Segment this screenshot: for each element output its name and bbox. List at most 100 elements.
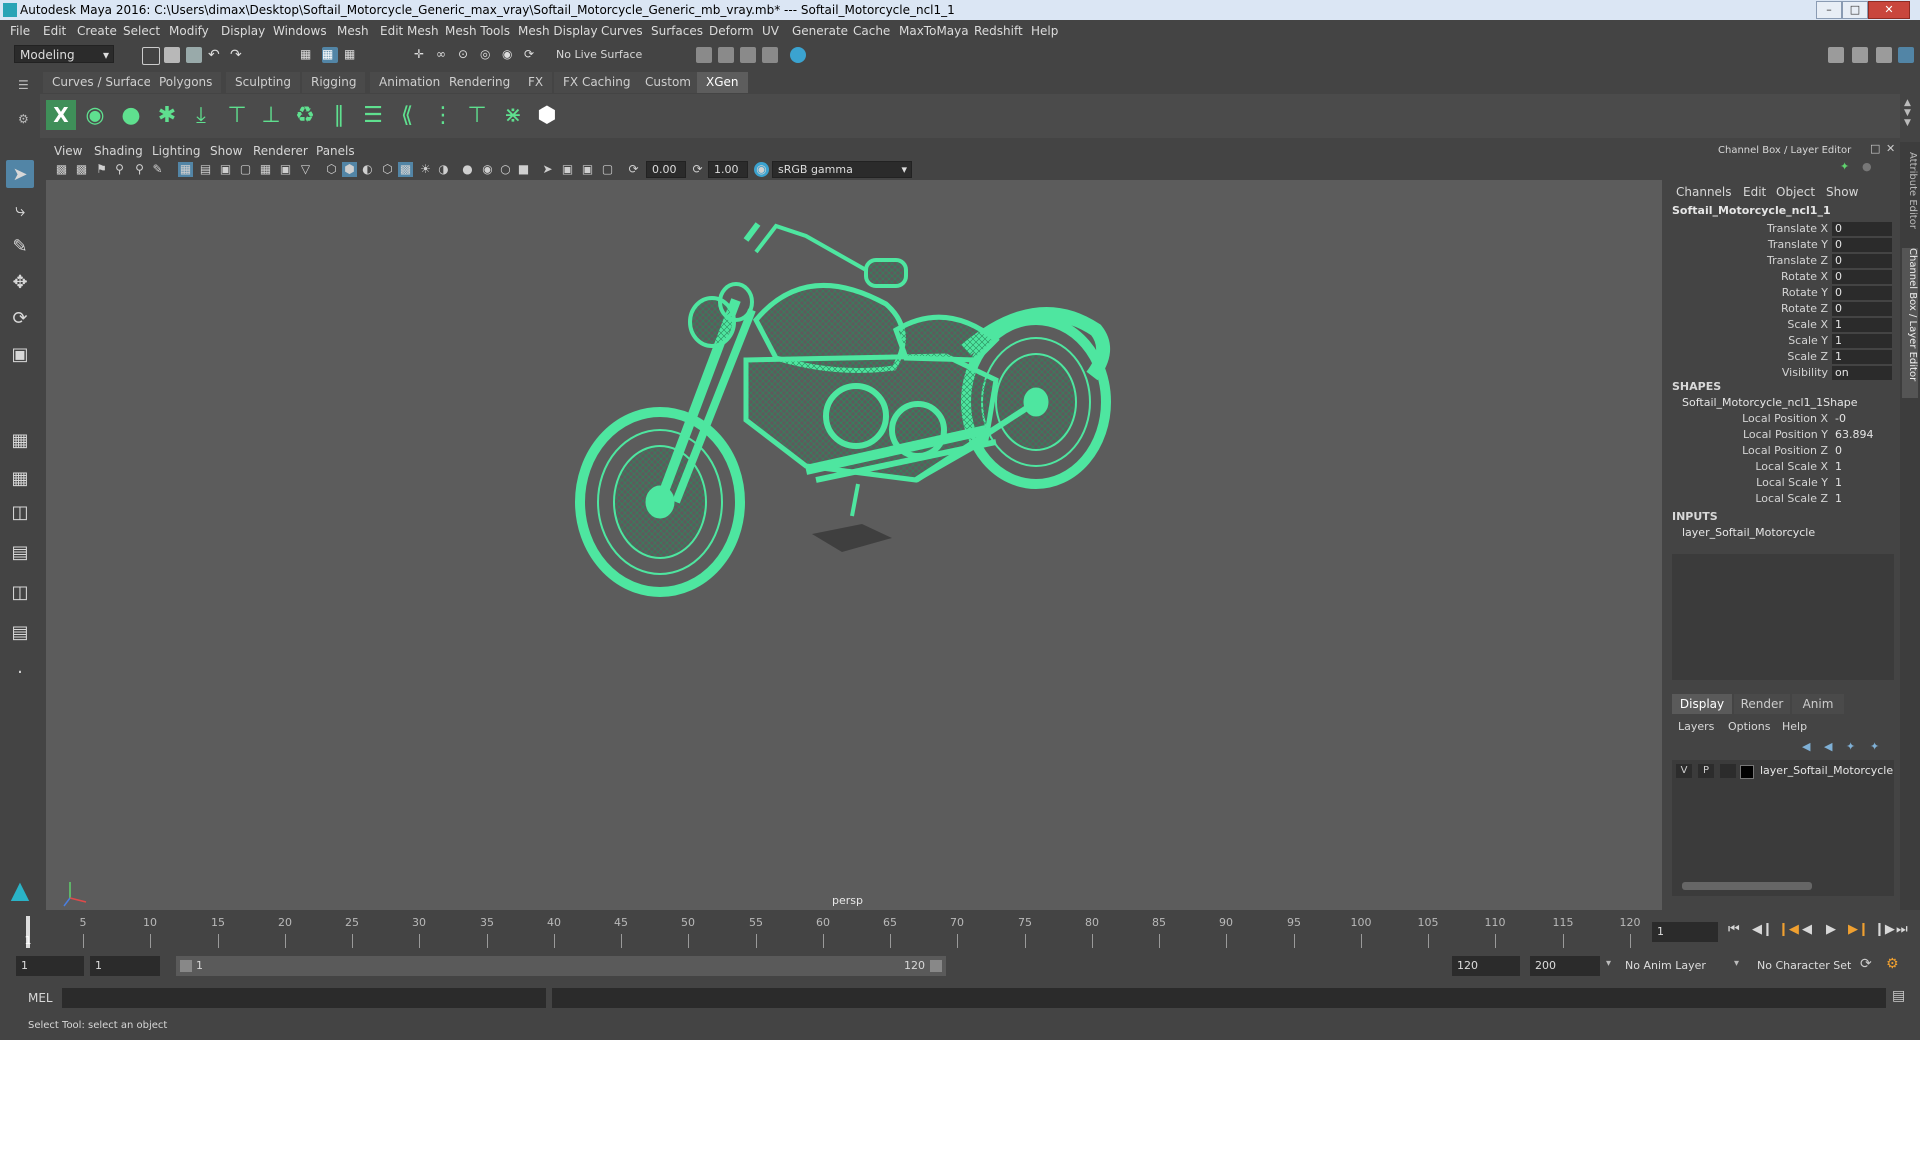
xgen-cut-icon[interactable]: ⊤ xyxy=(462,100,492,130)
grid-icon[interactable]: ▦ xyxy=(178,162,193,177)
anim-layer-selector[interactable]: No Anim Layer xyxy=(1620,956,1740,976)
menu-edit[interactable]: Edit xyxy=(43,24,66,38)
new-scene-icon[interactable] xyxy=(142,47,160,65)
menu-help[interactable]: Help xyxy=(1031,24,1058,38)
textured-icon[interactable]: ▩ xyxy=(398,162,413,177)
maximize-button[interactable]: □ xyxy=(1842,1,1868,19)
xgen-place-guides-icon[interactable]: ✱ xyxy=(152,100,182,130)
snap-view-icon[interactable]: ◎ xyxy=(480,47,496,63)
lasso-tool-icon[interactable]: ⤷ xyxy=(6,196,34,224)
snap-live-icon[interactable]: ⟳ xyxy=(524,47,540,63)
playback-end-field[interactable]: 120 xyxy=(1452,956,1520,976)
safe-action-icon[interactable]: ▣ xyxy=(278,162,293,177)
script-editor-icon[interactable]: ▤ xyxy=(1892,988,1905,1004)
outliner-toggle-icon[interactable] xyxy=(1876,47,1892,63)
snap-point-icon[interactable]: ⊙ xyxy=(458,47,474,63)
xgen-layers-icon[interactable]: ☰ xyxy=(358,100,388,130)
tab-sculpting[interactable]: Sculpting xyxy=(226,72,301,93)
viewport-menu-view[interactable]: View xyxy=(54,144,82,158)
menu-cache[interactable]: Cache xyxy=(853,24,890,38)
float-panel-icon[interactable]: □ xyxy=(1870,142,1880,155)
options-menu[interactable]: Options xyxy=(1728,720,1770,733)
shape-local-position-x-value[interactable]: -0 xyxy=(1832,412,1892,426)
safe-title-icon[interactable]: ▽ xyxy=(298,162,313,177)
menu-uv[interactable]: UV xyxy=(762,24,779,38)
viewport-menu-show[interactable]: Show xyxy=(210,144,242,158)
close-panel-icon[interactable]: ✕ xyxy=(1886,142,1895,155)
xgen-groom-icon[interactable]: ∥ xyxy=(324,100,354,130)
snap-grid-icon[interactable]: ✛ xyxy=(414,47,430,63)
object-name[interactable]: Softail_Motorcycle_ncl1_1 xyxy=(1672,204,1831,217)
tab-xgen[interactable]: XGen xyxy=(697,72,748,93)
two-pane-layout-icon[interactable]: ◫ xyxy=(6,498,34,526)
tab-rendering[interactable]: Rendering xyxy=(440,72,520,93)
tab-custom[interactable]: Custom xyxy=(636,72,700,93)
xgen-comb-icon[interactable]: ⟪ xyxy=(392,100,422,130)
tab-display[interactable]: Display xyxy=(1672,694,1732,714)
menu-maxtomaya[interactable]: MaxToMaya xyxy=(899,24,969,38)
menu-curves[interactable]: Curves xyxy=(601,24,643,38)
tab-curves-surfaces[interactable]: Curves / Surfaces xyxy=(43,72,167,93)
more-layouts-icon[interactable]: · xyxy=(6,658,34,686)
wireframe-on-shaded-icon[interactable]: ⬡ xyxy=(380,162,395,177)
image-plane-icon[interactable]: ⚲ xyxy=(112,162,127,177)
tab-channel-box-layer-editor[interactable]: Channel Box / Layer Editor xyxy=(1902,248,1918,398)
camera-attributes-icon[interactable]: ▩ xyxy=(74,162,89,177)
xray-icon[interactable]: ▣ xyxy=(560,162,575,177)
help-menu[interactable]: Help xyxy=(1782,720,1807,733)
gate-mask-icon[interactable]: ▢ xyxy=(238,162,253,177)
step-forward-key-icon[interactable]: ▶❙ xyxy=(1848,922,1869,937)
gear-icon[interactable]: ⚙ xyxy=(18,112,32,126)
shelf-scroll-icon[interactable]: ▲ ▼ ▼ xyxy=(1904,98,1914,128)
xray-joints-icon[interactable]: ▣ xyxy=(580,162,595,177)
menu-edit-mesh[interactable]: Edit Mesh xyxy=(380,24,439,38)
paint-select-tool-icon[interactable]: ✎ xyxy=(6,232,34,260)
camera-select-icon[interactable]: ▩ xyxy=(54,162,69,177)
save-scene-icon[interactable] xyxy=(186,47,202,63)
range-end-handle[interactable] xyxy=(930,960,942,972)
menu-file[interactable]: File xyxy=(10,24,30,38)
layer-display-type-toggle[interactable] xyxy=(1720,764,1736,778)
snap-curve-icon[interactable]: ∞ xyxy=(436,47,452,63)
edit-menu[interactable]: Edit xyxy=(1743,185,1766,199)
smooth-shade-icon[interactable]: ⬢ xyxy=(342,162,357,177)
channel-rotate-y-value[interactable]: 0 xyxy=(1832,286,1892,300)
layers-menu[interactable]: Layers xyxy=(1678,720,1714,733)
play-forwards-icon[interactable]: ▶ xyxy=(1826,922,1836,937)
channel-box-toggle-icon[interactable] xyxy=(1898,47,1914,63)
tab-anim[interactable]: Anim xyxy=(1792,694,1844,714)
layer-list-scrollbar[interactable] xyxy=(1682,882,1812,890)
camera-2d-pan-icon[interactable]: ⚲ xyxy=(132,162,147,177)
range-start-handle[interactable] xyxy=(180,960,192,972)
film-gate-icon[interactable]: ▤ xyxy=(198,162,213,177)
viewport-menu-panels[interactable]: Panels xyxy=(316,144,355,158)
shadows-icon[interactable]: ◑ xyxy=(436,162,451,177)
step-forward-frame-icon[interactable]: ❙▶ xyxy=(1874,922,1895,937)
time-ruler[interactable]: 1 5 10 15 20 25 30 35 40 45 50 55 60 65 … xyxy=(25,916,1650,948)
start-time-field[interactable]: 1 xyxy=(16,956,84,976)
new-layer-selected-icon[interactable]: ✦ xyxy=(1870,740,1879,753)
four-pane-layout-icon[interactable]: ▦ xyxy=(6,464,34,492)
menu-mesh-tools[interactable]: Mesh Tools xyxy=(445,24,510,38)
viewport-menu-renderer[interactable]: Renderer xyxy=(253,144,308,158)
move-layer-down-icon[interactable]: ◀ xyxy=(1824,740,1832,753)
exposure-field[interactable]: 0.00 xyxy=(646,161,686,178)
menu-display[interactable]: Display xyxy=(221,24,265,38)
current-frame-field[interactable]: 1 xyxy=(1652,922,1718,942)
range-slider[interactable]: 1 120 xyxy=(176,956,946,976)
tab-render[interactable]: Render xyxy=(1734,694,1790,714)
channel-scale-y-value[interactable]: 1 xyxy=(1832,334,1892,348)
layer-row[interactable]: V P layer_Softail_Motorcycle xyxy=(1672,762,1894,780)
single-pane-layout-icon[interactable]: ▦ xyxy=(6,426,34,454)
xgen-clump-icon[interactable]: ⋮ xyxy=(428,100,458,130)
tab-animation[interactable]: Animation xyxy=(370,72,450,93)
menu-deform[interactable]: Deform xyxy=(709,24,754,38)
menu-redshift[interactable]: Redshift xyxy=(974,24,1023,38)
menu-create[interactable]: Create xyxy=(77,24,117,38)
go-to-start-icon[interactable]: ⏮ xyxy=(1728,922,1740,937)
use-all-lights-icon[interactable]: ☀ xyxy=(418,162,433,177)
show-menu[interactable]: Show xyxy=(1826,185,1858,199)
hypershade-icon[interactable] xyxy=(762,47,778,63)
channel-key-icon[interactable]: ✦ xyxy=(1840,160,1852,173)
xgen-window-icon[interactable]: X xyxy=(46,100,76,130)
